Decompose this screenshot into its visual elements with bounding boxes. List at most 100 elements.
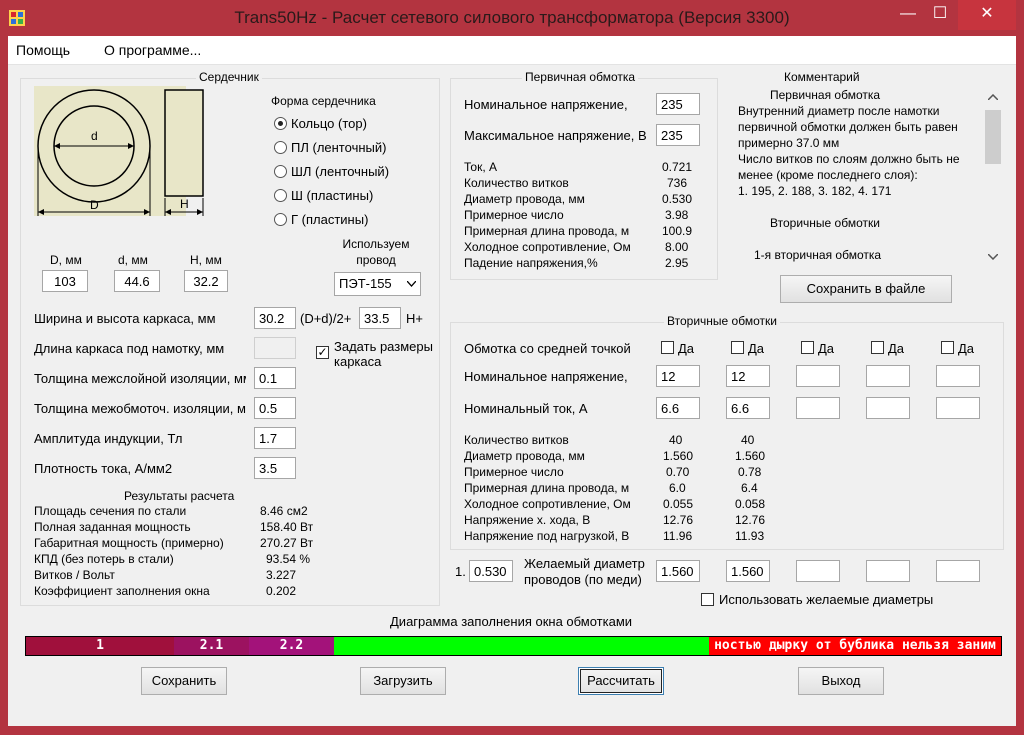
secondary-col1-value: 6.0 — [669, 481, 686, 495]
comment-title: Комментарий — [784, 70, 860, 84]
diagram-segment: ностью дырку от бублика нельзя заним — [709, 637, 1001, 655]
secondary-row-label: Примерная длина провода, м — [464, 481, 630, 495]
scroll-thumb[interactable] — [985, 110, 1001, 164]
frame-width-input[interactable]: 30.2 — [254, 307, 296, 329]
frame-len-input[interactable] — [254, 337, 296, 359]
current-density-input[interactable]: 3.5 — [254, 457, 296, 479]
secondary-current-input-2[interactable]: 6.6 — [726, 397, 770, 419]
save-to-file-button[interactable]: Сохранить в файле — [780, 275, 952, 303]
fill-diagram: 1 2.1 2.2 ностью дырку от бублика нельзя за… — [25, 636, 1002, 656]
shape-label-g: Г (пластины) — [291, 212, 369, 227]
shape-label-toroid: Кольцо (тор) — [291, 116, 367, 131]
comment-scrollbar[interactable] — [984, 88, 1002, 266]
chevron-down-icon — [407, 281, 416, 287]
result-label: Полная заданная мощность — [34, 520, 191, 534]
comment-line: Внутренний диаметр после намотки — [738, 104, 940, 118]
center-tap-checkbox-2[interactable] — [731, 341, 744, 354]
result-label: Площадь сечения по стали — [34, 504, 187, 518]
frame-height-input[interactable]: 33.5 — [359, 307, 401, 329]
secondary-current-input-1[interactable]: 6.6 — [656, 397, 700, 419]
center-tap-yes-2: Да — [748, 341, 765, 356]
primary-nominal-label: Номинальное напряжение, — [464, 97, 628, 112]
d-label: d, мм — [118, 253, 148, 267]
core-group-title: Сердечник — [196, 70, 262, 84]
set-frame-checkbox[interactable]: ✓ — [316, 346, 329, 359]
secondary-row-label: Холодное сопротивление, Ом — [464, 497, 631, 511]
save-button[interactable]: Сохранить — [141, 667, 227, 695]
induction-input[interactable]: 1.7 — [254, 427, 296, 449]
maximize-button[interactable]: ☐ — [926, 0, 954, 30]
shape-radio-toroid[interactable] — [274, 117, 287, 130]
shape-radio-shl[interactable] — [274, 165, 287, 178]
secondary-current-input-5[interactable] — [936, 397, 980, 419]
center-tap-yes-3: Да — [818, 341, 835, 356]
shape-radio-g[interactable] — [274, 213, 287, 226]
frame-len-label: Длина каркаса под намотку, мм — [34, 341, 225, 356]
secondary-col1-value: 11.96 — [663, 529, 693, 543]
menu-about[interactable]: О программе... — [104, 42, 201, 58]
secondary-nominal-input-1[interactable]: 12 — [656, 365, 700, 387]
result-value: 8.46 см2 — [260, 504, 308, 518]
secondary-nominal-input-4[interactable] — [866, 365, 910, 387]
secondary-col2-value: 11.93 — [735, 529, 765, 543]
center-tap-checkbox-1[interactable] — [661, 341, 674, 354]
desired-input-1[interactable]: 1.560 — [656, 560, 700, 582]
interlayer-input[interactable]: 0.1 — [254, 367, 296, 389]
desired-input-2[interactable]: 1.560 — [726, 560, 770, 582]
close-button[interactable]: ✕ — [958, 0, 1016, 30]
secondary-row-label: Примерное число — [464, 465, 564, 479]
center-tap-checkbox-5[interactable] — [941, 341, 954, 354]
wire-select-value: ПЭТ-155 — [339, 276, 392, 291]
result-value: 0.202 — [266, 584, 297, 598]
d-dim-label: d — [91, 129, 98, 143]
scroll-down-icon[interactable] — [988, 254, 998, 260]
shape-label-sh: Ш (пластины) — [291, 188, 374, 203]
result-value: 270.27 Вт — [260, 536, 314, 550]
scroll-up-icon[interactable] — [988, 94, 998, 100]
use-desired-checkbox[interactable] — [701, 593, 714, 606]
primary-nominal-input[interactable]: 235 — [656, 93, 700, 115]
primary-group-title: Первичная обмотка — [522, 70, 639, 84]
secondary-nominal-input-2[interactable]: 12 — [726, 365, 770, 387]
exit-button[interactable]: Выход — [798, 667, 884, 695]
primary-row-label: Примерная длина провода, м — [464, 224, 630, 238]
secondary-nominal-input-3[interactable] — [796, 365, 840, 387]
desired-input-4[interactable] — [866, 560, 910, 582]
interlayer-label: Толщина межслойной изоляции, мм — [34, 371, 246, 386]
center-tap-checkbox-4[interactable] — [871, 341, 884, 354]
secondary-current-label: Номинальный ток, А — [464, 401, 588, 416]
D-dim-label: D — [90, 198, 99, 212]
D-input[interactable]: 103 — [42, 270, 88, 292]
interwinding-input[interactable]: 0.5 — [254, 397, 296, 419]
primary-row-label: Примерное число — [464, 208, 564, 222]
center-tap-yes-4: Да — [888, 341, 905, 356]
secondary-col2-value: 12.76 — [735, 513, 766, 527]
comment-box[interactable]: Первичная обмотка Внутренний диаметр пос… — [734, 88, 1006, 266]
desired-primary-input[interactable]: 0.530 — [469, 560, 513, 582]
shape-radio-pl[interactable] — [274, 141, 287, 154]
induction-label: Амплитуда индукции, Тл — [34, 431, 183, 446]
center-tap-yes-1: Да — [678, 341, 695, 356]
wire-select[interactable]: ПЭТ-155 — [334, 272, 421, 296]
secondary-current-input-3[interactable] — [796, 397, 840, 419]
primary-row-value: 0.721 — [662, 160, 693, 174]
center-tap-checkbox-3[interactable] — [801, 341, 814, 354]
diagram-segment — [334, 637, 709, 655]
menu-help[interactable]: Помощь — [16, 42, 70, 58]
d-input[interactable]: 44.6 — [114, 270, 160, 292]
secondary-col1-value: 1.560 — [663, 449, 694, 463]
primary-max-input[interactable]: 235 — [656, 124, 700, 146]
shape-radio-sh[interactable] — [274, 189, 287, 202]
minimize-button[interactable]: — — [894, 0, 922, 30]
comment-line: менее (кроме последнего слоя): — [738, 168, 918, 182]
load-button[interactable]: Загрузить — [360, 667, 446, 695]
interwinding-label: Толщина межобмоточ. изоляции, мм — [34, 401, 246, 416]
calculate-button[interactable]: Рассчитать — [578, 667, 664, 695]
menu-bar: Помощь О программе... — [8, 36, 1016, 65]
secondary-current-input-4[interactable] — [866, 397, 910, 419]
secondary-row-label: Напряжение х. хода, В — [464, 513, 591, 527]
H-input[interactable]: 32.2 — [184, 270, 228, 292]
desired-input-5[interactable] — [936, 560, 980, 582]
desired-input-3[interactable] — [796, 560, 840, 582]
secondary-nominal-input-5[interactable] — [936, 365, 980, 387]
